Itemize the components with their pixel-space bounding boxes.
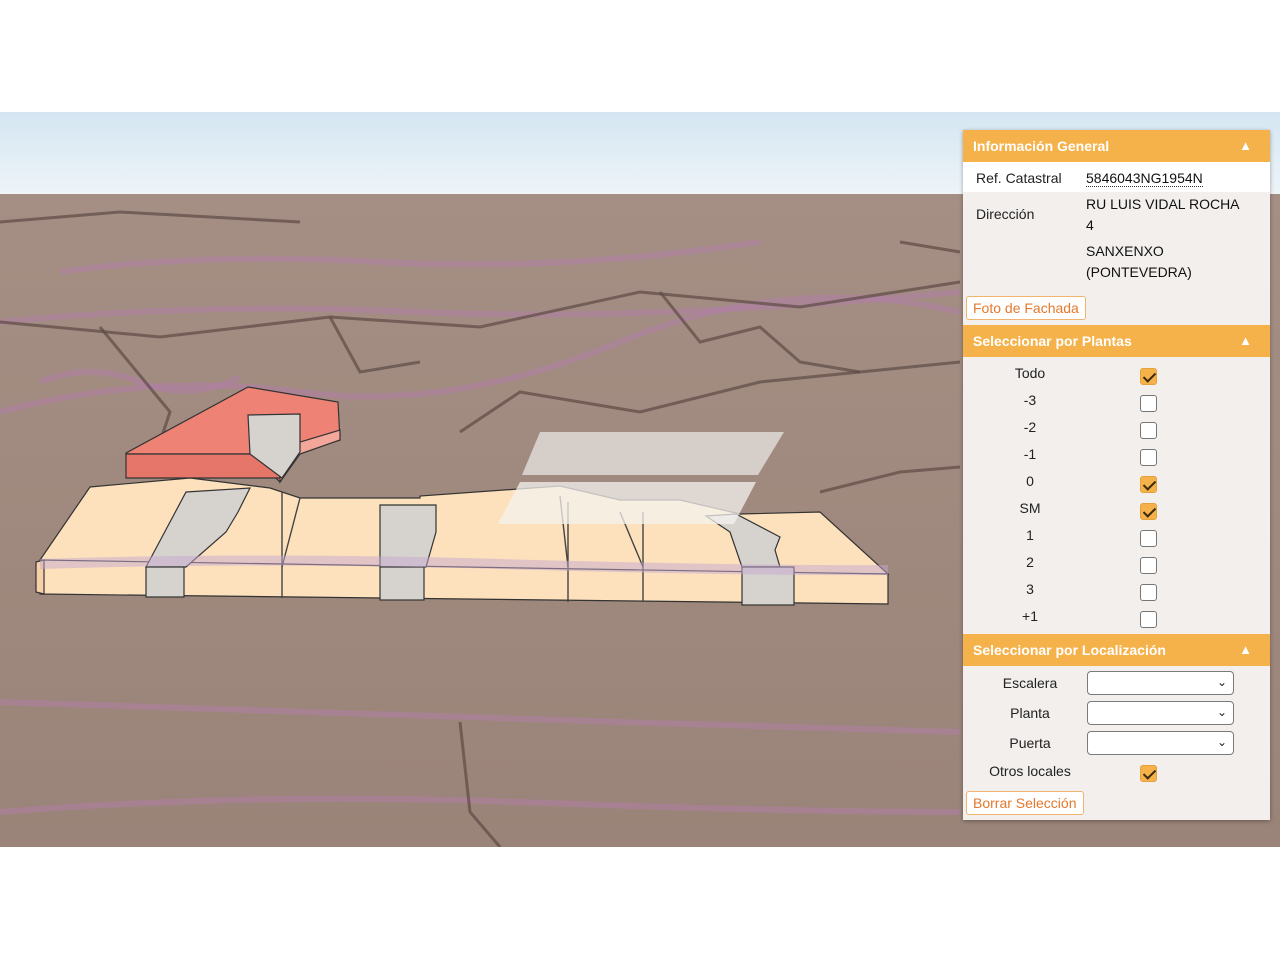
direccion-line-4: (PONTEVEDRA) — [1086, 264, 1192, 280]
planta-label: Planta — [1010, 705, 1050, 721]
escalera-select[interactable]: ⌄ — [1087, 671, 1234, 695]
info-panel: Información General ▲ Ref. Catastral 584… — [963, 130, 1270, 820]
planta-checkbox[interactable] — [1140, 503, 1157, 520]
puerta-select[interactable]: ⌄ — [1087, 731, 1234, 755]
ref-catastral-label: Ref. Catastral — [976, 170, 1062, 186]
planta-label: +1 — [1022, 608, 1038, 624]
chevron-down-icon: ⌄ — [1216, 705, 1227, 719]
borrar-seleccion-button[interactable]: Borrar Selección — [966, 791, 1084, 815]
planta-label: Todo — [1014, 365, 1046, 381]
planta-label: SM — [1019, 500, 1041, 516]
planta-checkbox[interactable] — [1140, 476, 1157, 493]
planta-label: 0 — [1026, 473, 1034, 489]
section-title-localizacion: Seleccionar por Localización — [973, 642, 1166, 658]
triangle-up-icon[interactable]: ▲ — [1239, 634, 1252, 666]
ref-catastral-value[interactable]: 5846043NG1954N — [1086, 170, 1203, 187]
triangle-up-icon[interactable]: ▲ — [1239, 130, 1252, 162]
planta-checkbox[interactable] — [1140, 557, 1157, 574]
section-header-localizacion[interactable]: Seleccionar por Localización ▲ — [963, 634, 1270, 666]
foto-fachada-button[interactable]: Foto de Fachada — [966, 296, 1086, 320]
triangle-up-icon[interactable]: ▲ — [1239, 325, 1252, 357]
direccion-line-1: RU LUIS VIDAL ROCHA — [1086, 196, 1240, 212]
section-header-plantas[interactable]: Seleccionar por Plantas ▲ — [963, 325, 1270, 357]
planta-label: -1 — [1023, 446, 1037, 462]
ref-catastral-row: Ref. Catastral 5846043NG1954N — [963, 162, 1270, 192]
chevron-down-icon: ⌄ — [1216, 735, 1227, 749]
puerta-label: Puerta — [1009, 735, 1051, 751]
otros-locales-label: Otros locales — [989, 763, 1071, 779]
planta-label: 1 — [1026, 527, 1034, 543]
section-title-plantas: Seleccionar por Plantas — [973, 333, 1132, 349]
planta-label: 2 — [1026, 554, 1034, 570]
direccion-label: Dirección — [976, 206, 1035, 222]
chevron-down-icon: ⌄ — [1216, 675, 1227, 689]
planta-checkbox[interactable] — [1140, 530, 1157, 547]
otros-locales-checkbox[interactable] — [1140, 765, 1157, 782]
planta-label: -2 — [1023, 419, 1037, 435]
planta-checkbox[interactable] — [1140, 584, 1157, 601]
planta-checkbox[interactable] — [1140, 449, 1157, 466]
planta-checkbox[interactable] — [1140, 422, 1157, 439]
planta-checkbox[interactable] — [1140, 395, 1157, 412]
section-header-info-general[interactable]: Información General ▲ — [963, 130, 1270, 162]
escalera-label: Escalera — [1002, 675, 1058, 691]
planta-checkbox[interactable] — [1140, 368, 1157, 385]
planta-label: 3 — [1026, 581, 1034, 597]
section-title-info-general: Información General — [973, 138, 1110, 154]
planta-select[interactable]: ⌄ — [1087, 701, 1234, 725]
direccion-line-2: 4 — [1086, 217, 1094, 233]
planta-label: -3 — [1023, 392, 1037, 408]
direccion-line-3: SANXENXO — [1086, 243, 1164, 259]
planta-checkbox[interactable] — [1140, 611, 1157, 628]
